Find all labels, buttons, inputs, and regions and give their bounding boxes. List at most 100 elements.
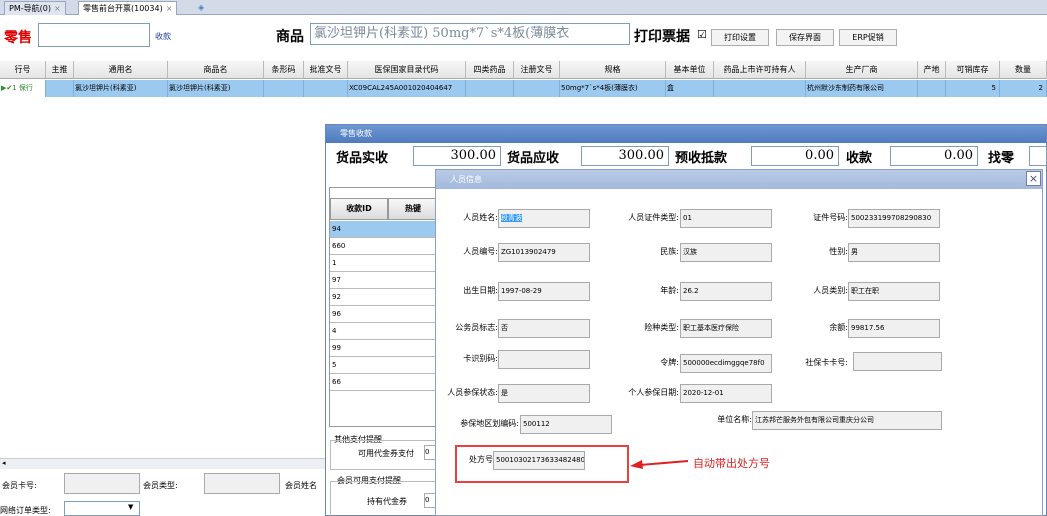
col-header[interactable]: 主推 [46,61,74,79]
cell[interactable]: 2 [1000,80,1047,97]
name-label: 人员姓名: [463,213,498,222]
col-header[interactable]: 产地 [918,61,946,79]
civil-field[interactable]: 否 [498,319,590,338]
chevron-down-icon[interactable]: ▼ [128,503,133,511]
idtype-field[interactable]: 01 [680,209,772,228]
cell[interactable]: 5 [946,80,1000,97]
member-card-field[interactable] [64,473,140,494]
cell[interactable]: XC09CAL245A001020404647 [348,80,466,97]
table-row[interactable]: 94 [330,221,438,238]
dialog-title: 人员信息 [436,170,1042,189]
idno-field[interactable]: 500233199708290830 [848,209,940,228]
erp-promo-button[interactable]: ERP促销 [839,29,897,46]
token-field[interactable]: 500000ecdimggqe78f0 [680,354,772,373]
ethnic-label: 民族: [660,247,679,256]
table-row[interactable]: 96 [330,306,438,323]
insured-date-field[interactable]: 2020-12-01 [680,384,772,403]
cell[interactable] [264,80,304,97]
col-header[interactable]: 热键 [388,198,438,220]
col-header[interactable]: 条形码 [264,61,304,79]
print-checkbox[interactable]: ☑ [697,28,707,41]
close-icon[interactable]: × [54,4,61,13]
table-row[interactable]: ▶✔1 保行 氯沙坦钾片(科素亚) 氯沙坦钾片(科素亚) XC09CAL245A… [0,80,1047,97]
horizontal-scrollbar[interactable] [0,458,325,469]
online-order-type-label: 网络订单类型: [0,506,51,515]
unit-name-label: 单位名称: [717,415,752,424]
tab-pm-nav[interactable]: PM-导航(0) × [4,1,66,15]
change-value[interactable] [1029,146,1047,166]
member-search-input[interactable] [38,23,150,47]
col-header[interactable]: 可销库存 [946,61,1000,79]
col-header[interactable]: 生产厂商 [806,61,918,79]
row-number-cell[interactable]: ▶✔1 保行 [0,80,46,97]
table-row[interactable]: 660 [330,238,438,255]
close-icon[interactable]: × [166,4,173,13]
unit-name-field[interactable]: 江苏邦芒服务外包有限公司重庆分公司 [752,411,942,430]
actual-value[interactable]: 300.00 [413,146,501,166]
col-header[interactable]: 数量 [1000,61,1047,79]
person-no-field[interactable]: ZG1013902479 [498,243,590,262]
cell[interactable]: 50mg*7`s*4板(薄膜衣) [560,80,666,97]
col-header[interactable]: 基本单位 [666,61,714,79]
social-card-field[interactable] [853,352,942,371]
cell[interactable] [46,80,74,97]
member-card-label: 会员卡号: [2,481,37,490]
due-value[interactable]: 300.00 [581,146,669,166]
name-field[interactable]: 段青波 [498,209,590,228]
collect-link[interactable]: 收款 [155,31,171,42]
col-header[interactable]: 通用名 [74,61,168,79]
col-header[interactable]: 四类药品 [466,61,514,79]
scroll-left-icon[interactable]: ◂ [2,459,11,468]
gender-label: 性别: [829,247,848,256]
card-id-label: 卡识别码: [463,354,498,363]
cell[interactable]: 杭州默沙东制药有限公司 [806,80,918,97]
cell[interactable] [514,80,560,97]
table-row[interactable]: 99 [330,340,438,357]
table-row[interactable]: 5 [330,357,438,374]
table-row[interactable]: 4 [330,323,438,340]
cell[interactable]: 盒 [666,80,714,97]
collect-label: 收款 [846,151,873,166]
ethnic-field[interactable]: 汉族 [680,243,772,262]
balance-field[interactable]: 99817.56 [848,319,940,338]
collect-value[interactable]: 0.00 [890,146,978,166]
voucher-available-label: 可用代金券支付 [358,449,414,458]
age-field[interactable]: 26.2 [680,282,772,301]
insured-status-field[interactable]: 是 [498,384,590,403]
close-icon[interactable]: × [1026,171,1041,186]
cell[interactable] [466,80,514,97]
cell[interactable] [918,80,946,97]
cell[interactable]: 氯沙坦钾片(科素亚) [74,80,168,97]
cell[interactable] [714,80,806,97]
prepay-value[interactable]: 0.00 [751,146,839,166]
birth-field[interactable]: 1997-08-29 [498,282,590,301]
table-row[interactable]: 1 [330,255,438,272]
col-header[interactable]: 收款ID [330,198,388,220]
tab-add-icon[interactable]: ◈ [194,1,208,15]
col-header[interactable]: 注册文号 [514,61,560,79]
member-type-label: 会员类型: [143,481,178,490]
save-layout-button[interactable]: 保存界面 [776,29,834,46]
area-code-field[interactable]: 500112 [520,415,612,434]
idno-label: 证件号码: [813,213,848,222]
tab-retail-billing[interactable]: 零售前台开票(10034) × [78,1,178,15]
col-header[interactable]: 商品名 [168,61,264,79]
table-row[interactable]: 92 [330,289,438,306]
cell[interactable] [304,80,348,97]
person-type-field[interactable]: 职工在职 [848,282,940,301]
col-header[interactable]: 行号 [0,61,46,79]
table-row[interactable]: 66 [330,374,438,391]
print-settings-button[interactable]: 打印设置 [711,29,769,46]
col-header[interactable]: 药品上市许可持有人 [714,61,806,79]
insurance-type-field[interactable]: 职工基本医疗保险 [680,319,772,338]
gender-field[interactable]: 男 [848,243,940,262]
card-id-field[interactable] [498,350,590,369]
col-header[interactable]: 批准文号 [304,61,348,79]
col-header[interactable]: 医保国家目录代码 [348,61,466,79]
col-header[interactable]: 规格 [560,61,666,79]
product-input[interactable]: 氯沙坦钾片(科素亚) 50mg*7`s*4板(薄膜衣 [310,23,630,45]
member-name-label: 会员姓名 [285,481,317,490]
table-row[interactable]: 97 [330,272,438,289]
cell[interactable]: 氯沙坦钾片(科素亚) [168,80,264,97]
member-type-field[interactable] [204,473,280,494]
